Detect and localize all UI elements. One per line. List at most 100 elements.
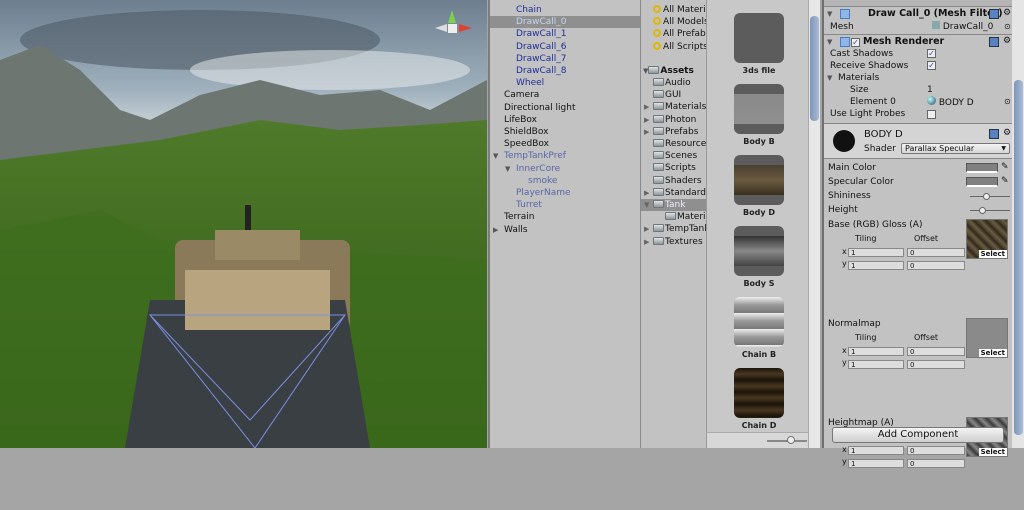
asset-grid-scrollbar[interactable] [808,0,820,448]
project-folder[interactable]: ▼ Tank [641,199,706,211]
collapsed-arrow-icon[interactable]: ▶ [644,126,649,138]
project-folder[interactable]: ▶ Standard Assets [644,187,706,199]
tiling-x-field[interactable]: 1 [848,446,904,455]
collapsed-arrow-icon[interactable]: ▶ [644,101,649,113]
hierarchy-item[interactable]: Chain [490,4,640,16]
assets-folder[interactable]: ▼ Assets [643,65,694,77]
hierarchy-item[interactable]: Turret [490,199,640,211]
help-icon[interactable] [989,129,999,139]
collapsed-arrow-icon[interactable]: ▶ [644,223,649,235]
zoom-slider-handle[interactable] [787,436,795,444]
project-folder[interactable]: Shaders [653,175,702,187]
expanded-arrow-icon[interactable]: ▼ [493,150,498,162]
asset-item[interactable]: 3ds file [734,13,784,75]
hierarchy-item[interactable]: Terrain [490,211,640,223]
tiling-x-field[interactable]: 1 [848,347,904,356]
receive-shadows-checkbox[interactable]: ✓ [927,61,936,70]
project-folder[interactable]: Scenes [653,150,697,162]
offset-x-field[interactable]: 0 [907,347,965,356]
collapsed-arrow-icon[interactable]: ▶ [644,187,649,199]
hierarchy-item[interactable]: ▶ Walls [490,224,640,236]
collapsed-arrow-icon[interactable]: ▶ [644,114,649,126]
mesh-renderer-enabled-checkbox[interactable]: ✓ [851,38,860,47]
project-folder[interactable]: ▶ Textures [644,236,703,248]
texture-slot[interactable]: Select [966,219,1008,259]
gear-icon[interactable]: ⚙ [1003,7,1011,19]
help-icon[interactable] [989,37,999,47]
inspector-scrollbar[interactable] [1012,0,1024,448]
asset-item[interactable]: Chain B [734,297,784,359]
favorite-item[interactable]: All Models [653,16,706,28]
hierarchy-item[interactable]: DrawCall_8 [490,65,640,77]
slider-handle[interactable] [982,193,990,200]
element-0-field[interactable]: BODY D [927,96,974,108]
texture-select-button[interactable]: Select [978,349,1007,357]
scene-view[interactable] [0,0,487,448]
gear-icon[interactable]: ⚙ [1003,35,1011,47]
size-field[interactable]: 1 [927,84,933,96]
project-folder[interactable]: ▶ Prefabs [644,126,698,138]
eyedropper-icon[interactable]: ✎ [1001,161,1009,173]
hierarchy-item[interactable]: SpeedBox [490,138,640,150]
hierarchy-item[interactable]: DrawCall_0 [490,16,640,29]
shininess-slider[interactable] [970,193,1010,200]
hierarchy-item[interactable]: DrawCall_7 [490,53,640,65]
hierarchy-item[interactable]: ▼ InnerCore [490,163,640,175]
hierarchy-item[interactable]: DrawCall_1 [490,28,640,40]
hierarchy-item[interactable]: Wheel [490,77,640,89]
slider-handle[interactable] [979,207,986,214]
favorite-item[interactable]: All Scripts [653,41,706,53]
offset-x-field[interactable]: 0 [907,446,965,455]
tiling-x-field[interactable]: 1 [848,248,904,257]
scrollbar-thumb[interactable] [1014,80,1023,435]
favorite-item[interactable]: All Materials [653,4,706,16]
collapse-arrow-icon[interactable]: ▼ [827,38,832,46]
gear-icon[interactable]: ⚙ [1003,127,1011,139]
texture-slot[interactable]: Select [966,318,1008,358]
tiling-y-field[interactable]: 1 [848,261,904,270]
hierarchy-item[interactable]: ShieldBox [490,126,640,138]
offset-y-field[interactable]: 0 [907,459,965,468]
hierarchy-item[interactable]: ▼ TempTankPref [490,150,640,162]
collapse-arrow-icon[interactable]: ▼ [827,10,832,18]
specular-color-swatch[interactable] [966,177,998,187]
asset-item[interactable]: Chain D [734,368,784,430]
tiling-y-field[interactable]: 1 [848,360,904,369]
project-folder[interactable]: ▶ Photon [644,114,696,126]
expanded-arrow-icon[interactable]: ▼ [505,163,510,175]
materials-arrow-icon[interactable]: ▼ [827,74,832,82]
asset-item[interactable]: Body B [734,84,784,146]
texture-select-button[interactable]: Select [978,448,1007,456]
favorite-item[interactable]: All Prefabs [653,28,706,40]
tiling-y-field[interactable]: 1 [848,459,904,468]
use-light-probes-checkbox[interactable] [927,110,936,119]
offset-x-field[interactable]: 0 [907,248,965,257]
hierarchy-item[interactable]: PlayerName [490,187,640,199]
offset-y-field[interactable]: 0 [907,261,965,270]
texture-select-button[interactable]: Select [978,250,1007,258]
cast-shadows-checkbox[interactable]: ✓ [927,49,936,58]
asset-item[interactable]: Body S [734,226,784,288]
scene-gizmo[interactable] [432,5,477,50]
collapsed-arrow-icon[interactable]: ▶ [644,236,649,248]
object-picker-icon[interactable]: ⊙ [1004,21,1011,33]
scrollbar-thumb[interactable] [810,16,819,121]
asset-item[interactable]: Body D [734,155,784,217]
project-folder[interactable]: GUI [653,89,681,101]
mesh-field[interactable]: DrawCall_0 [932,21,993,33]
hierarchy-item[interactable]: smoke [490,175,640,187]
project-folder[interactable]: Resources [653,138,706,150]
project-folder[interactable]: Audio [653,77,691,89]
height-slider[interactable] [970,207,1010,214]
hierarchy-item[interactable]: DrawCall_6 [490,41,640,53]
add-component-button[interactable]: Add Component [832,427,1004,443]
project-folder[interactable]: Scripts [653,162,696,174]
project-folder[interactable]: Materials [665,211,706,223]
offset-y-field[interactable]: 0 [907,360,965,369]
hierarchy-item[interactable]: Camera [490,89,640,101]
object-picker-icon[interactable]: ⊙ [1004,96,1011,108]
main-color-swatch[interactable] [966,163,998,173]
shader-dropdown[interactable]: Parallax Specular ▼ [901,143,1010,154]
eyedropper-icon[interactable]: ✎ [1001,175,1009,187]
collapsed-arrow-icon[interactable]: ▶ [493,224,498,236]
